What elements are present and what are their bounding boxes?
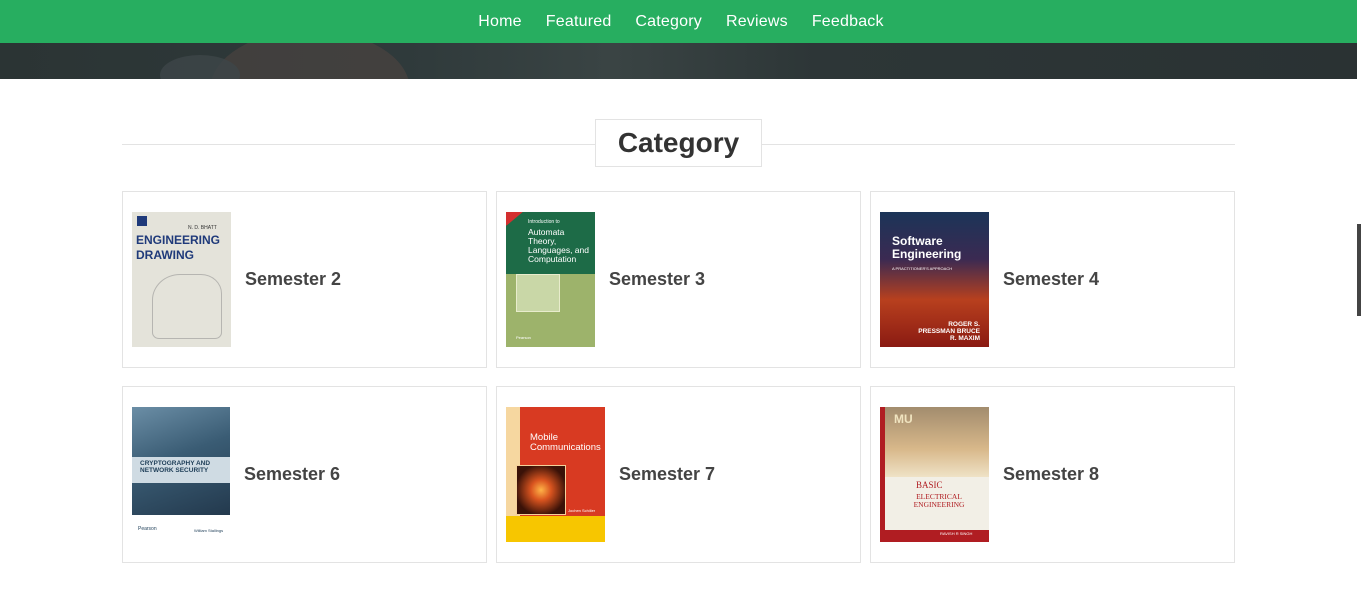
- cover-title: CRYPTOGRAPHY AND NETWORK SECURITY: [140, 460, 211, 474]
- cover-author: William Stallings: [194, 528, 224, 533]
- category-label: Semester 2: [245, 269, 342, 289]
- book-cover-automata-theory: Introduction to Automata Theory, Languag…: [506, 212, 595, 347]
- category-label: Semester 4: [1003, 269, 1100, 289]
- book-cover-cryptography: CRYPTOGRAPHY AND NETWORK SECURITY Pearso…: [132, 407, 230, 542]
- cover-publisher: Pearson: [138, 526, 157, 532]
- cover-subtitle: A PRACTITIONER'S APPROACH: [892, 266, 953, 271]
- category-card-semester-3[interactable]: Introduction to Automata Theory, Languag…: [496, 191, 861, 368]
- category-card-semester-4[interactable]: Software Engineering A PRACTITIONER'S AP…: [870, 191, 1235, 368]
- cover-author: Jochen Schiller: [568, 508, 596, 513]
- publisher-logo-icon: [137, 216, 147, 226]
- cover-sketch-illustration: [152, 274, 222, 339]
- cover-bottom-band: [506, 516, 605, 542]
- category-grid: N. D. BHATT ENGINEERING DRAWING Semester…: [122, 191, 1235, 563]
- cover-title-line2: DRAWING: [136, 248, 194, 262]
- cover-title-line1: BASIC: [916, 480, 943, 490]
- cover-author: N. D. BHATT: [188, 225, 217, 231]
- book-cover-basic-electrical: MU BASIC ELECTRICAL ENGINEERING RAVISH R…: [880, 407, 989, 542]
- cover-title-line1: ENGINEERING: [136, 233, 221, 247]
- category-section-heading: Category: [122, 119, 1235, 167]
- book-cover-software-engineering: Software Engineering A PRACTITIONER'S AP…: [880, 212, 989, 347]
- top-navbar: Home Featured Category Reviews Feedback: [0, 0, 1357, 43]
- nav-link-home[interactable]: Home: [478, 13, 521, 31]
- cover-author: RAVISH R SINGH: [940, 531, 973, 536]
- cover-footer-band: [880, 530, 989, 542]
- category-card-semester-2[interactable]: N. D. BHATT ENGINEERING DRAWING Semester…: [122, 191, 487, 368]
- cover-illustration: [516, 274, 560, 312]
- category-label: Semester 8: [1003, 464, 1100, 484]
- cover-burst-image: [516, 465, 566, 515]
- category-label: Semester 3: [609, 269, 706, 289]
- nav-link-category[interactable]: Category: [635, 13, 702, 31]
- category-card-semester-6[interactable]: CRYPTOGRAPHY AND NETWORK SECURITY Pearso…: [122, 386, 487, 563]
- section-title: Category: [617, 127, 740, 158]
- cover-corner-flag: [506, 212, 524, 226]
- nav-link-feedback[interactable]: Feedback: [812, 13, 884, 31]
- cover-red-spine: [880, 407, 885, 542]
- cover-title: Mobile Communications: [530, 432, 601, 453]
- cover-title: Software Engineering: [892, 234, 962, 261]
- nav-menu: Home Featured Category Reviews Feedback: [478, 13, 883, 31]
- category-card-semester-7[interactable]: Mobile Communications Jochen Schiller Se…: [496, 386, 861, 563]
- page-scrollbar-thumb[interactable]: [1357, 224, 1361, 316]
- nav-link-reviews[interactable]: Reviews: [726, 13, 788, 31]
- heading-title-box: Category: [595, 119, 762, 167]
- book-cover-engineering-drawing: N. D. BHATT ENGINEERING DRAWING: [132, 212, 231, 347]
- nav-link-featured[interactable]: Featured: [546, 13, 612, 31]
- cover-authors: ROGER S. PRESSMAN BRUCE R. MAXIM: [918, 321, 980, 342]
- category-label: Semester 6: [244, 464, 341, 484]
- cover-series: MU: [894, 412, 913, 426]
- cover-title: Automata Theory, Languages, and Computat…: [528, 227, 589, 264]
- category-card-semester-8[interactable]: MU BASIC ELECTRICAL ENGINEERING RAVISH R…: [870, 386, 1235, 563]
- cover-publisher: Pearson: [516, 335, 531, 340]
- cover-title-line2: ELECTRICAL ENGINEERING: [913, 492, 965, 509]
- cover-title-prefix: Introduction to: [528, 219, 560, 225]
- book-cover-mobile-communications: Mobile Communications Jochen Schiller: [506, 407, 605, 542]
- category-label: Semester 7: [619, 464, 716, 484]
